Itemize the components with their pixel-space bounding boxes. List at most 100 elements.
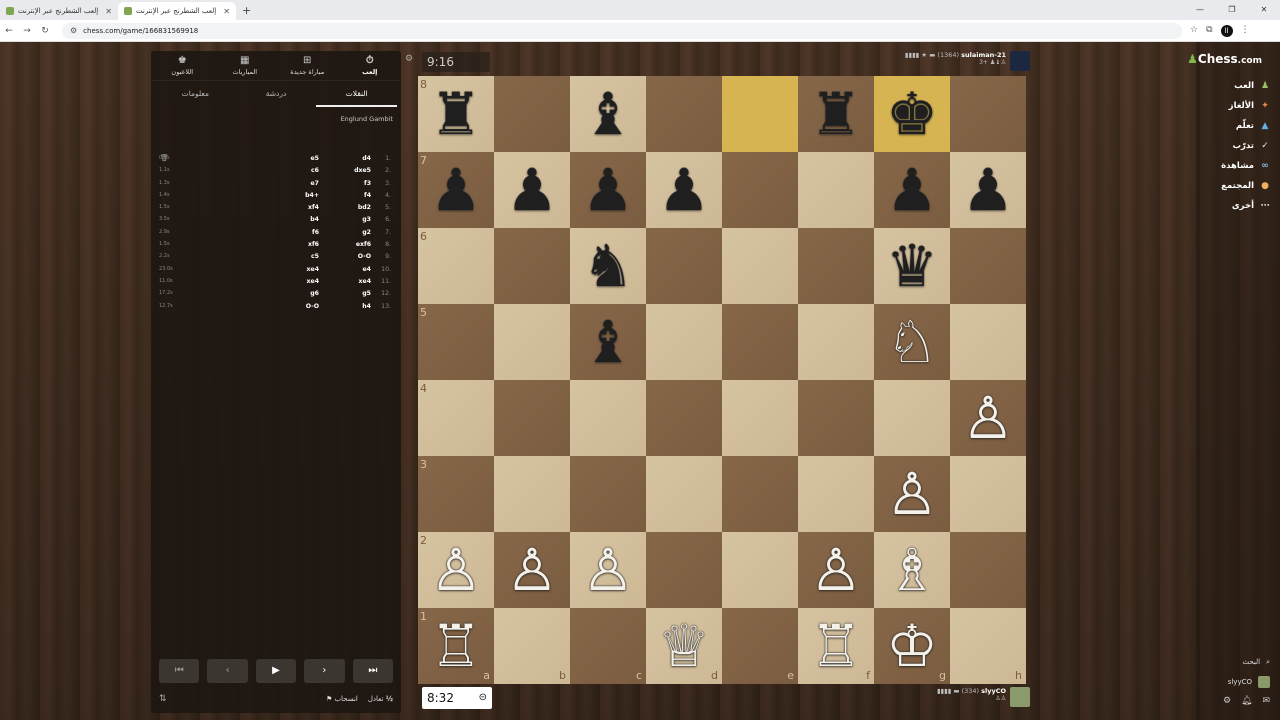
square-e2[interactable] xyxy=(722,532,798,608)
white-piece-icon[interactable]: ♙ xyxy=(582,541,634,599)
square-d6[interactable] xyxy=(646,228,722,304)
square-f5[interactable] xyxy=(798,304,874,380)
square-h3[interactable] xyxy=(950,456,1026,532)
square-h4[interactable]: ♙ xyxy=(950,380,1026,456)
last-move-button[interactable]: ⏭ xyxy=(352,659,394,683)
white-move[interactable]: exf6 xyxy=(356,241,371,248)
play-moves-button[interactable]: ▶ xyxy=(255,659,297,683)
square-c2[interactable]: ♙ xyxy=(570,532,646,608)
square-d4[interactable] xyxy=(646,380,722,456)
square-g8[interactable]: ♚ xyxy=(874,76,950,152)
white-move[interactable]: h4 xyxy=(362,303,371,310)
square-b7[interactable]: ♟ xyxy=(494,152,570,228)
square-b2[interactable]: ♙ xyxy=(494,532,570,608)
board-settings-icon[interactable]: ⚙ xyxy=(405,54,413,64)
square-a7[interactable]: 7 ♟ xyxy=(418,152,494,228)
white-move[interactable]: O-O xyxy=(358,253,371,260)
nav-item-watch[interactable]: مشاهدة ∞ xyxy=(1198,156,1270,176)
square-d2[interactable] xyxy=(646,532,722,608)
square-e8[interactable] xyxy=(722,76,798,152)
square-e3[interactable] xyxy=(722,456,798,532)
square-a1[interactable]: 1 a ♖ xyxy=(418,608,494,684)
white-move[interactable]: g5 xyxy=(362,290,371,297)
white-piece-icon[interactable]: ♖ xyxy=(430,617,482,675)
white-move[interactable]: bd2 xyxy=(358,204,371,211)
square-a5[interactable]: 5 xyxy=(418,304,494,380)
user-row[interactable]: slyyCO xyxy=(1198,672,1270,692)
opponent-player[interactable]: ▮▮▮▮ ★ ▬ (1364) sulaiman-21 3+ ♟♝♙ xyxy=(905,51,1030,71)
square-g3[interactable]: ♙ xyxy=(874,456,950,532)
url-field[interactable]: ⚙ chess.com/game/166831569918 xyxy=(62,22,1182,39)
square-e5[interactable] xyxy=(722,304,798,380)
square-g7[interactable]: ♟ xyxy=(874,152,950,228)
nav-item-puzzles[interactable]: الألغاز ✦ xyxy=(1198,96,1270,116)
white-piece-icon[interactable]: ♙ xyxy=(886,465,938,523)
close-icon[interactable]: ✕ xyxy=(223,7,230,16)
nav-item-learn[interactable]: تعلّم ▲ xyxy=(1198,116,1270,136)
black-move[interactable]: f6 xyxy=(312,229,319,236)
maximize-icon[interactable]: ❐ xyxy=(1216,0,1248,20)
square-c3[interactable] xyxy=(570,456,646,532)
black-piece-icon[interactable]: ♜ xyxy=(430,85,482,143)
menu-dots-icon[interactable]: ⋮ xyxy=(1241,25,1250,37)
black-move[interactable]: g6 xyxy=(310,290,319,297)
square-f8[interactable]: ♜ xyxy=(798,76,874,152)
square-e4[interactable] xyxy=(722,380,798,456)
black-move[interactable]: xf4 xyxy=(308,204,319,211)
white-move[interactable]: d4 xyxy=(362,155,371,162)
close-icon[interactable]: ✕ xyxy=(105,7,112,16)
current-player[interactable]: ▮▮▮▮ ▬ (334) slyyCO ♙♙ xyxy=(937,687,1030,707)
square-a6[interactable]: 6 xyxy=(418,228,494,304)
black-move[interactable]: O-O xyxy=(306,303,319,310)
white-move[interactable]: e4 xyxy=(362,266,371,273)
black-piece-icon[interactable]: ♟ xyxy=(506,161,558,219)
white-piece-icon[interactable]: ♗ xyxy=(886,541,938,599)
square-e6[interactable] xyxy=(722,228,798,304)
tab-moves[interactable]: النقلات xyxy=(316,81,398,107)
black-move[interactable]: c6 xyxy=(311,167,319,174)
chess-logo[interactable]: ♟Chess.com xyxy=(1187,52,1262,66)
next-move-button[interactable]: › xyxy=(304,659,345,683)
white-move[interactable]: f3 xyxy=(364,180,371,187)
square-h5[interactable] xyxy=(950,304,1026,380)
black-move[interactable]: c5 xyxy=(311,253,319,260)
messages-icon[interactable]: ✉ xyxy=(1262,696,1270,706)
square-b1[interactable]: b xyxy=(494,608,570,684)
square-f4[interactable] xyxy=(798,380,874,456)
black-piece-icon[interactable]: ♞ xyxy=(582,237,634,295)
square-c4[interactable] xyxy=(570,380,646,456)
profile-avatar-icon[interactable]: ll xyxy=(1220,24,1233,37)
square-b3[interactable] xyxy=(494,456,570,532)
white-piece-icon[interactable]: ♙ xyxy=(962,389,1014,447)
square-d5[interactable] xyxy=(646,304,722,380)
square-a8[interactable]: 8 ♜ xyxy=(418,76,494,152)
black-move[interactable]: e5 xyxy=(310,155,319,162)
back-icon[interactable]: ← xyxy=(0,26,18,36)
black-piece-icon[interactable]: ♝ xyxy=(582,85,634,143)
reload-icon[interactable]: ↻ xyxy=(36,26,54,36)
white-piece-icon[interactable]: ♙ xyxy=(810,541,862,599)
flip-board-icon[interactable]: ⇅ xyxy=(159,694,167,704)
square-h8[interactable] xyxy=(950,76,1026,152)
black-move[interactable]: b4 xyxy=(310,216,319,223)
draw-button[interactable]: تعادل ½ xyxy=(368,695,393,703)
browser-tab-1[interactable]: إلعب الشطرنج عبر الإنترنت ✕ xyxy=(0,2,118,20)
square-g6[interactable]: ♛ xyxy=(874,228,950,304)
square-c1[interactable]: c xyxy=(570,608,646,684)
tab-info[interactable]: معلومات xyxy=(155,81,236,107)
square-g1[interactable]: g ♔ xyxy=(874,608,950,684)
nav-item-play[interactable]: العب ♟ xyxy=(1198,76,1270,96)
square-f1[interactable]: f ♖ xyxy=(798,608,874,684)
square-b5[interactable] xyxy=(494,304,570,380)
new-tab-icon[interactable]: + xyxy=(242,4,251,17)
tab-chat[interactable]: دردشة xyxy=(236,81,317,107)
players-button[interactable]: ♚ اللاعبون xyxy=(151,51,214,80)
square-d3[interactable] xyxy=(646,456,722,532)
square-f7[interactable] xyxy=(798,152,874,228)
chess-board[interactable]: 8 ♜ ♝ ♜ ♚ 7 ♟ ♟ ♟ ♟ ♟ ♟ 6 ♞ ♛ 5 ♝ ♘ 4 ♙ 3 ♙ 2 ♙ ♙ ♙ ♙ ♗ 1 a ♖ b c d ♕ e f ♖ g ♔… xyxy=(418,76,1026,684)
square-g4[interactable] xyxy=(874,380,950,456)
black-piece-icon[interactable]: ♟ xyxy=(658,161,710,219)
black-piece-icon[interactable]: ♚ xyxy=(886,85,938,143)
new-game-button[interactable]: ⊞ مباراة جديدة xyxy=(276,51,339,80)
square-d7[interactable]: ♟ xyxy=(646,152,722,228)
